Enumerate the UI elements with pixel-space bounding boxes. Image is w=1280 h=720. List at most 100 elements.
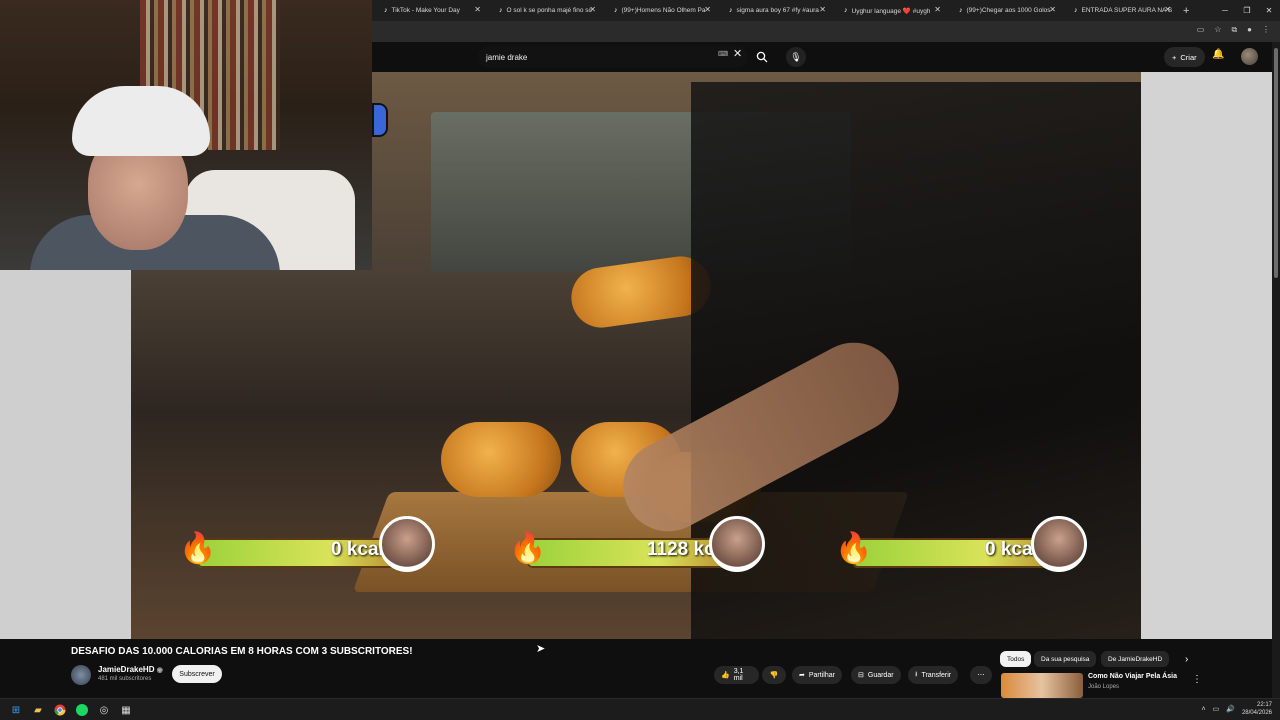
save-playlist-icon: ⊟ (858, 672, 864, 679)
create-label: Criar (1180, 52, 1197, 62)
obs-icon[interactable]: ◎ (96, 702, 112, 718)
account-avatar[interactable] (1241, 48, 1258, 65)
participant-avatar (709, 516, 765, 572)
video-info-section: DESAFIO DAS 10.000 CALORIAS EM 8 HORAS C… (0, 639, 1272, 698)
more-horizontal-icon: ⋯ (977, 672, 985, 679)
dislike-button[interactable]: 👎 (762, 666, 786, 684)
network-icon[interactable]: ▭ (1213, 705, 1220, 713)
profile-icon[interactable]: ● (1247, 25, 1252, 35)
share-label: Partilhar (808, 671, 835, 679)
voice-search-button[interactable]: 🎙 (786, 47, 806, 67)
windows-icon[interactable]: ⊞ (8, 702, 24, 718)
extensions-icon[interactable]: ⧉ (1231, 25, 1237, 35)
search-input[interactable]: jamie drake (478, 46, 748, 68)
croissant-image (441, 422, 561, 497)
minimize-icon[interactable]: ─ (1214, 6, 1236, 15)
verified-icon: ◉ (156, 667, 163, 674)
folder-icon[interactable]: ▰ (30, 702, 46, 718)
like-count: 3,1 mil (733, 668, 744, 682)
video-title: DESAFIO DAS 10.000 CALORIAS EM 8 HORAS C… (71, 646, 413, 657)
browser-tab[interactable]: ♪ TikTok - Make Your Day ✕ (372, 0, 487, 21)
tiktok-icon: ♪ (614, 7, 618, 14)
close-icon[interactable]: ✕ (934, 5, 941, 14)
share-icon: ➦ (799, 672, 805, 679)
tiktok-icon: ♪ (499, 7, 503, 14)
new-tab-button[interactable]: + (1183, 5, 1189, 17)
tab-label: Uyghur language ❤️ #uygh (851, 7, 931, 15)
tab-label: ENTRADA SUPER AURA NA S (1081, 7, 1173, 14)
search-button[interactable] (750, 46, 774, 68)
search-icon (756, 51, 768, 63)
browser-tab[interactable]: ♪ (99+)Chegar aos 1000 Golos ✕ (947, 0, 1062, 21)
window-controls: ─ ❐ ✕ (1214, 0, 1280, 21)
volume-icon[interactable]: 🔊 (1226, 705, 1235, 713)
tab-label: TikTok - Make Your Day (391, 7, 460, 14)
page-scrollbar[interactable] (1272, 42, 1280, 698)
system-tray: ˄ ▭ 🔊 22:17 28/04/2026 (1202, 701, 1272, 717)
calculator-icon[interactable]: ▦ (118, 702, 134, 718)
fire-icon: 🔥 (835, 532, 873, 565)
notifications-bell-icon[interactable]: 🔔 (1212, 49, 1224, 60)
subscribe-button[interactable]: Subscrever (172, 665, 222, 683)
kcal-progress-bar-2: 🔥 1128 kcal (509, 516, 769, 572)
keyboard-icon[interactable]: ⌨ (718, 50, 728, 58)
toolbar-icons: ▭ ☆ ⧉ ● ⋮ (1197, 25, 1270, 35)
browser-tab[interactable]: ♪ Uyghur language ❤️ #uygh ✕ (832, 0, 947, 21)
cast-icon[interactable]: ▭ (1197, 25, 1205, 35)
browser-tab[interactable]: ♪ O sol k se ponha majé fino sc ✕ (487, 0, 602, 21)
kcal-progress-bar-3: 🔥 0 kcal (835, 516, 1095, 572)
chrome-logo (54, 704, 66, 716)
more-actions-button[interactable]: ⋯ (970, 666, 992, 684)
share-button[interactable]: ➦ Partilhar (792, 666, 842, 684)
menu-icon[interactable]: ⋮ (1262, 25, 1270, 35)
chip-de-jamiedrakehd[interactable]: De JamieDrakeHD (1101, 651, 1170, 667)
tiktok-icon: ♪ (384, 7, 388, 14)
recommended-thumbnail[interactable] (1001, 673, 1083, 698)
video-side-margin-right (1141, 72, 1272, 639)
tab-label: O sol k se ponha majé fino sc (506, 7, 592, 14)
kcal-value: 0 kcal (331, 539, 384, 560)
recommended-title[interactable]: Como Não Viajar Pela Ásia (1088, 673, 1177, 680)
create-button[interactable]: + Criar (1164, 47, 1205, 67)
tab-label: (99+)Chegar aos 1000 Golos (966, 7, 1051, 14)
close-icon[interactable]: ✕ (1049, 5, 1056, 14)
recommended-channel[interactable]: João Lopes (1088, 684, 1119, 690)
mouse-cursor: ➤ (536, 643, 546, 655)
save-button[interactable]: ⊟ Guardar (851, 666, 901, 684)
browser-tab[interactable]: ♪ ENTRADA SUPER AURA NA S ✕ (1062, 0, 1177, 21)
plus-icon: + (1172, 52, 1177, 62)
browser-tab[interactable]: ♪ (99+)Homens Não Olhem Pa ✕ (602, 0, 717, 21)
clock-time: 22:17 (1256, 702, 1272, 708)
bookmark-star-icon[interactable]: ☆ (1214, 25, 1221, 35)
scrollbar-thumb[interactable] (1274, 48, 1278, 278)
tab-label: (99+)Homens Não Olhem Pa (621, 7, 706, 14)
kcal-value: 0 kcal (985, 539, 1038, 560)
close-icon[interactable]: ✕ (474, 5, 481, 14)
clock[interactable]: 22:17 28/04/2026 (1242, 701, 1272, 717)
thumbs-down-icon: 👎 (769, 672, 779, 679)
chrome-icon[interactable] (52, 702, 68, 718)
close-icon[interactable]: ✕ (819, 5, 826, 14)
channel-avatar[interactable] (71, 665, 91, 685)
chip-todos[interactable]: Todos (1000, 651, 1032, 667)
browser-tab[interactable]: ♪ sigma aura boy 67 #fy #aura ✕ (717, 0, 832, 21)
kcal-progress-bar-1: 🔥 0 kcal (179, 516, 439, 572)
close-window-icon[interactable]: ✕ (1258, 6, 1280, 15)
clear-search-icon[interactable]: ✕ (733, 47, 742, 60)
close-icon[interactable]: ✕ (704, 5, 711, 14)
video-side-margin-left (0, 270, 131, 639)
like-button[interactable]: 👍 3,1 mil (714, 666, 759, 684)
chip-da-sua-pesquisa[interactable]: Da sua pesquisa (1034, 651, 1097, 667)
close-icon[interactable]: ✕ (589, 5, 596, 14)
close-icon[interactable]: ✕ (1164, 5, 1171, 14)
channel-name[interactable]: JamieDrakeHD ◉ (98, 665, 163, 674)
tab-label: sigma aura boy 67 #fy #aura (736, 7, 819, 14)
spotify-icon[interactable] (74, 702, 90, 718)
tiktok-icon: ♪ (959, 7, 963, 14)
tiktok-icon: ♪ (729, 7, 733, 14)
chevron-up-icon[interactable]: ˄ (1202, 706, 1206, 713)
download-button[interactable]: ⭳ Transferir (908, 666, 959, 684)
more-vertical-icon[interactable]: ⋮ (1192, 674, 1202, 685)
maximize-icon[interactable]: ❐ (1236, 6, 1258, 15)
chevron-right-icon[interactable]: › (1185, 654, 1188, 665)
